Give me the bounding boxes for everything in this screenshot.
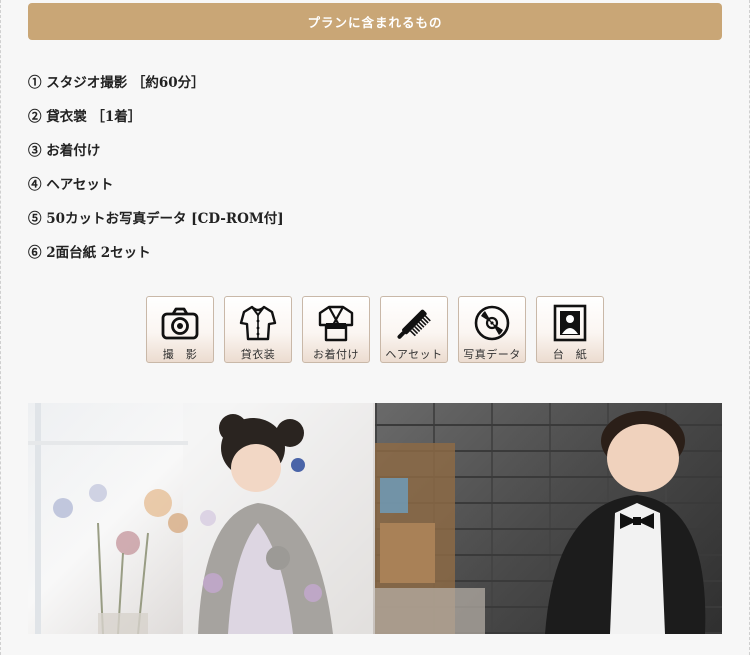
mount-icon [553,304,587,342]
photo-boy-tuxedo [375,403,722,634]
plan-item: ③ お着付け [28,143,101,159]
icon-label: 貸衣装 [240,348,276,361]
icon-label: ヘアセット [385,348,443,361]
icon-label: お着付け [313,348,359,361]
plan-item: ② 貸衣裳 ［1着］ [28,109,142,125]
comb-icon [397,309,431,339]
icon-button-dressing[interactable]: お着付け [302,296,370,363]
icon-button-hairset[interactable]: ヘアセット [380,296,448,363]
camera-icon [161,307,199,340]
plan-item: ④ ヘアセット [28,177,114,193]
section-banner: プランに含まれるもの [28,3,722,40]
shirt-icon [239,305,277,341]
icon-label: 撮 影 [162,348,198,361]
photo-girl-illustration [28,403,373,634]
plan-item: ⑥ 2面台紙 2セット [28,245,151,261]
plan-item: ⑤ 50カットお写真データ [CD-ROM付] [28,211,284,227]
icon-button-photo-mount[interactable]: 台 紙 [536,296,604,363]
icon-button-photo-data[interactable]: 写真データ [458,296,526,363]
icon-label: 台 紙 [552,348,588,361]
icon-button-costume[interactable]: 貸衣装 [224,296,292,363]
plan-item: ① スタジオ撮影 ［約60分］ [28,75,205,91]
photo-boy-illustration [375,411,706,634]
icon-label: 写真データ [463,348,521,361]
sample-photos [28,403,722,634]
kimono-icon [318,305,354,342]
banner-title: プランに含まれるもの [307,15,443,30]
icon-button-photography[interactable]: 撮 影 [146,296,214,363]
photo-girl-kimono [28,403,375,634]
included-items-icons: 撮 影 貸衣装 お着付け ヘアセット 写真データ 台 紙 [146,296,604,363]
cd-icon [474,305,510,341]
plan-item-list: ① スタジオ撮影 ［約60分］ ② 貸衣裳 ［1着］ ③ お着付け ④ ヘアセッ… [28,73,284,277]
